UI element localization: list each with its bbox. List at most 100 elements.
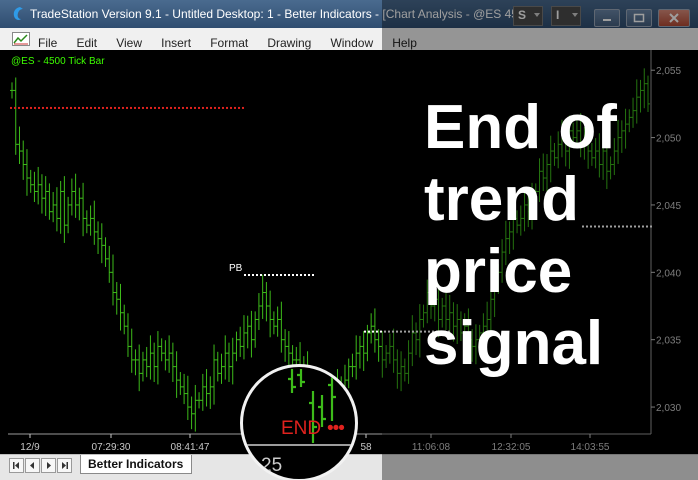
maximize-icon: [633, 13, 645, 23]
price-bar: [69, 178, 74, 216]
price-bar: [21, 140, 26, 180]
price-bar: [103, 237, 108, 267]
price-bar: [118, 283, 123, 331]
chevron-down-icon: [572, 13, 578, 17]
minimize-icon: [603, 19, 611, 21]
price-bar: [133, 349, 138, 376]
chevron-left-icon: [30, 462, 34, 469]
price-bar: [122, 304, 127, 335]
menu-view[interactable]: View: [116, 36, 142, 50]
price-bar: [185, 375, 190, 420]
price-bar: [159, 338, 164, 362]
price-bar: [81, 182, 86, 237]
price-bar: [223, 335, 228, 380]
price-bar: [54, 187, 59, 232]
price-bar: [219, 353, 224, 384]
price-bar: [234, 331, 239, 362]
price-tick-label: 2,055: [656, 66, 681, 77]
price-bar: [230, 337, 235, 385]
price-bar: [148, 335, 153, 380]
tab-next-button[interactable]: [41, 458, 56, 473]
price-bar: [212, 344, 217, 405]
tab-better-indicators[interactable]: Better Indicators: [80, 455, 192, 474]
price-bar: [28, 169, 33, 193]
magnified-axis-number: 25: [261, 455, 283, 476]
symbol-link-i-button[interactable]: I: [551, 6, 581, 26]
price-bar: [357, 335, 362, 369]
price-bar: [99, 223, 104, 264]
menu-bar: File Edit View Insert Format Drawing Win…: [0, 28, 698, 76]
price-bar: [140, 351, 145, 382]
tab-last-button[interactable]: [57, 458, 72, 473]
price-bar: [406, 340, 411, 384]
price-bar: [13, 77, 18, 155]
tab-prev-button[interactable]: [25, 458, 40, 473]
time-tick-label: 12:32:05: [492, 442, 531, 453]
price-bar: [380, 331, 385, 378]
price-bar: [92, 200, 97, 245]
symbol-link-s-button[interactable]: S: [513, 6, 543, 26]
price-bar: [387, 333, 392, 364]
menu-format[interactable]: Format: [210, 36, 248, 50]
price-bar: [167, 335, 172, 373]
time-tick-label: 14:03:55: [571, 442, 610, 453]
price-bar: [77, 187, 82, 221]
price-bar: [17, 126, 22, 164]
minimize-button[interactable]: [594, 9, 620, 27]
magnifier-lens: END ••• 25: [240, 364, 358, 480]
price-bar: [399, 351, 404, 392]
price-bar: [193, 384, 198, 432]
price-tick-label: 2,030: [656, 403, 681, 414]
menu-drawing[interactable]: Drawing: [267, 36, 311, 50]
tradestation-logo-icon: [13, 7, 23, 20]
menu-help[interactable]: Help: [392, 36, 417, 50]
price-bar: [174, 351, 179, 398]
menu-insert[interactable]: Insert: [161, 36, 191, 50]
close-button[interactable]: [658, 9, 690, 27]
caption-line-2: trend: [424, 165, 579, 234]
chart-symbol-label: @ES - 4500 Tick Bar: [11, 56, 105, 67]
price-bar: [256, 293, 261, 330]
price-bar: [47, 183, 52, 220]
mag-bar: [297, 369, 305, 387]
price-bar: [260, 274, 265, 319]
price-bar: [107, 245, 112, 283]
price-bar: [189, 396, 194, 430]
price-bar: [170, 342, 175, 382]
time-tick-label: 07:29:30: [92, 442, 131, 453]
price-bar: [114, 282, 119, 315]
price-bar: [36, 166, 41, 205]
title-bar: TradeStation Version 9.1 - Untitled Desk…: [0, 0, 698, 28]
price-bar: [84, 210, 89, 234]
caption-line-3: price: [424, 237, 573, 306]
price-bar: [376, 329, 381, 362]
pb-signal-label: PB: [229, 263, 243, 274]
price-bar: [125, 313, 130, 357]
price-bar: [88, 205, 93, 236]
tab-first-button[interactable]: [9, 458, 24, 473]
tab-label: Better Indicators: [88, 457, 184, 471]
pb-line: [244, 274, 314, 277]
price-bar: [144, 346, 149, 378]
price-bar: [178, 372, 183, 395]
price-bar: [283, 329, 288, 362]
price-bar: [238, 326, 243, 357]
price-bar: [361, 331, 366, 371]
price-bar: [279, 301, 284, 353]
time-tick-label: 12/9: [20, 442, 40, 453]
mag-bar: [328, 375, 336, 421]
menu-edit[interactable]: Edit: [76, 36, 97, 50]
price-bar: [268, 290, 273, 338]
last-icon: [62, 462, 68, 469]
price-bar: [372, 308, 377, 353]
price-bar: [384, 345, 389, 368]
price-bar: [414, 322, 419, 356]
menu-file[interactable]: File: [38, 36, 57, 50]
magnified-end-dots: •••: [327, 418, 345, 439]
price-bar: [152, 342, 157, 382]
price-bar: [66, 196, 71, 234]
price-bar: [245, 315, 250, 349]
menu-window[interactable]: Window: [330, 36, 373, 50]
price-bar: [32, 171, 37, 202]
maximize-button[interactable]: [626, 9, 652, 27]
